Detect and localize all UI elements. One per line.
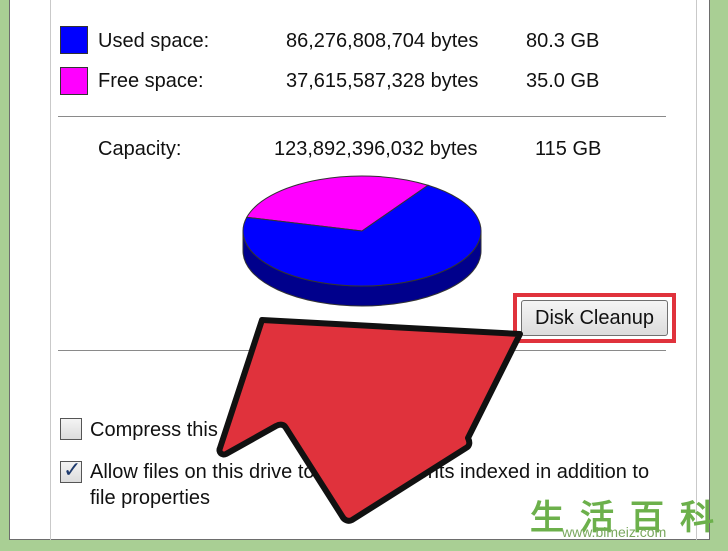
arrow-icon [216,317,523,524]
watermark-glyph: 科 [680,498,714,538]
watermark-glyph: 生 [530,498,564,538]
watermark-url: www.bimeiz.com [562,524,667,540]
red-arrow-annotation [216,317,523,524]
